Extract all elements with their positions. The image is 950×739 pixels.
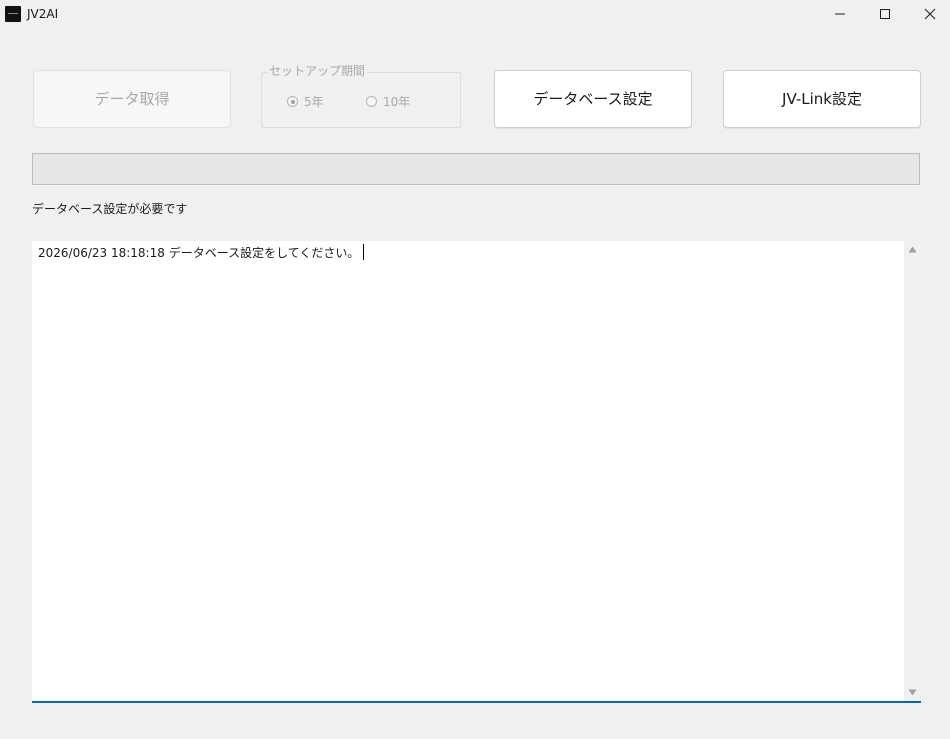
- period-5-years-radio[interactable]: 5年: [287, 93, 324, 110]
- radio-checked-icon: [287, 96, 298, 107]
- scroll-down-button[interactable]: [904, 684, 921, 701]
- maximize-button[interactable]: [862, 0, 908, 28]
- period-10-years-radio[interactable]: 10年: [366, 93, 410, 110]
- radio-unchecked-icon: [366, 96, 377, 107]
- status-message: データベース設定が必要です: [32, 202, 188, 216]
- scroll-down-arrow-icon: [908, 689, 917, 696]
- period-10-years-label: 10年: [383, 95, 411, 109]
- jvlink-settings-button[interactable]: JV-Link設定: [723, 70, 921, 128]
- vertical-scrollbar[interactable]: [904, 241, 921, 701]
- maximize-icon: [880, 9, 890, 19]
- title-bar[interactable]: JV2AI: [0, 0, 950, 30]
- log-textarea[interactable]: 2026/06/23 18:18:18 データベース設定をしてください。: [32, 241, 921, 703]
- scroll-up-button[interactable]: [904, 241, 921, 258]
- minimize-button[interactable]: [817, 0, 863, 28]
- window-title: JV2AI: [27, 7, 59, 21]
- minimize-icon: [835, 13, 845, 15]
- period-5-years-label: 5年: [304, 95, 324, 109]
- close-icon: [924, 8, 936, 20]
- database-settings-button[interactable]: データベース設定: [494, 70, 692, 128]
- log-line-text: 2026/06/23 18:18:18 データベース設定をしてください。: [38, 246, 360, 260]
- scroll-track[interactable]: [904, 258, 921, 684]
- setup-period-legend: セットアップ期間: [267, 64, 368, 78]
- scroll-up-arrow-icon: [908, 246, 917, 253]
- close-button[interactable]: [907, 0, 950, 28]
- data-fetch-button[interactable]: データ取得: [33, 70, 231, 128]
- progress-bar: [32, 153, 920, 185]
- text-caret: [363, 244, 365, 260]
- app-logo-icon: [5, 6, 21, 22]
- log-line: 2026/06/23 18:18:18 データベース設定をしてください。: [38, 244, 365, 261]
